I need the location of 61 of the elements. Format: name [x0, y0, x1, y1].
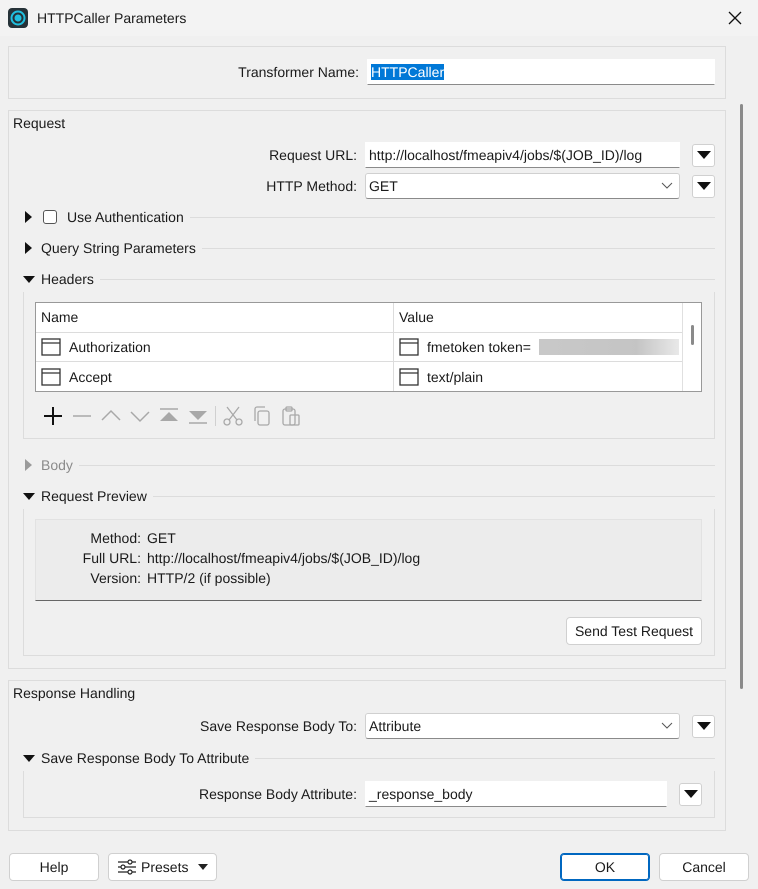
scrollbar-thumb[interactable] [690, 325, 694, 345]
dialog-button[interactable]: Cancel [659, 853, 749, 881]
table-cell: Authorization [69, 339, 151, 355]
section-title: Query String Parameters [41, 240, 196, 256]
dialog-button[interactable]: Help [9, 853, 99, 881]
close-icon[interactable] [728, 11, 742, 25]
field-label: Transformer Name: [237, 64, 359, 80]
preview-value: http://localhost/fmeapiv4/jobs/$(JOB_ID)/log [147, 550, 422, 566]
field-label: Response Body Attribute: [198, 786, 357, 802]
field-label: Request URL: [268, 147, 357, 163]
group-title: Request [13, 115, 66, 131]
dropdown-field[interactable]: Attribute [365, 713, 680, 739]
menu-button[interactable] [692, 714, 715, 738]
checkbox[interactable] [43, 210, 57, 224]
text-field[interactable]: HTTPCaller [367, 59, 715, 85]
sliders-icon [117, 859, 137, 875]
group-title: Response Handling [13, 685, 136, 701]
caret-icon [198, 864, 208, 870]
column-header: Name [41, 309, 78, 326]
chevron-down-icon [661, 722, 673, 730]
send-test-request-button[interactable]: Send Test Request [566, 617, 702, 645]
section-title: Save Response Body To Attribute [41, 750, 250, 766]
preview-label: Version: [89, 570, 141, 586]
table-cell: fmetoken token= [427, 339, 531, 355]
table-cell: text/plain [427, 368, 484, 385]
table-cell: Accept [69, 368, 112, 385]
column-header: Value [399, 309, 434, 326]
dialog-button[interactable]: OK [560, 853, 650, 881]
preview-value: HTTP/2 (if possible) [147, 570, 272, 586]
window-title: HTTPCaller Parameters [37, 10, 188, 26]
dropdown-field[interactable]: GET [365, 173, 680, 199]
section-title: Headers [41, 271, 94, 287]
field-label: HTTP Method: [265, 178, 357, 194]
section-title: Use Authentication [67, 209, 184, 225]
caret-icon [684, 790, 698, 798]
menu-button[interactable] [692, 144, 715, 166]
expand-button[interactable] [23, 490, 35, 502]
row-icon [399, 338, 419, 356]
app-icon [8, 8, 28, 28]
text-field[interactable]: http://localhost/fmeapiv4/jobs/$(JOB_ID)/log [365, 142, 680, 168]
menu-button[interactable] [692, 174, 715, 198]
expand-button[interactable] [23, 273, 35, 285]
preview-value: GET [147, 530, 177, 546]
row-icon [399, 368, 419, 386]
scrollbar-thumb[interactable] [740, 104, 742, 689]
expand-button[interactable] [23, 752, 35, 764]
text-field[interactable]: _response_body [365, 781, 667, 807]
caret-icon [696, 182, 710, 190]
row-icon [41, 338, 61, 356]
caret-icon [696, 722, 710, 730]
add-icon[interactable] [41, 404, 65, 428]
preview-label: Full URL: [82, 550, 141, 566]
section-title: Request Preview [41, 488, 147, 504]
caret-icon [696, 151, 710, 159]
field-label: Save Response Body To: [199, 718, 357, 734]
section-title: Body [41, 457, 73, 473]
menu-button[interactable] [679, 782, 702, 806]
row-icon [41, 368, 61, 386]
presets-button[interactable]: Presets [108, 853, 218, 881]
preview-label: Method: [89, 530, 141, 546]
chevron-down-icon [661, 182, 673, 190]
